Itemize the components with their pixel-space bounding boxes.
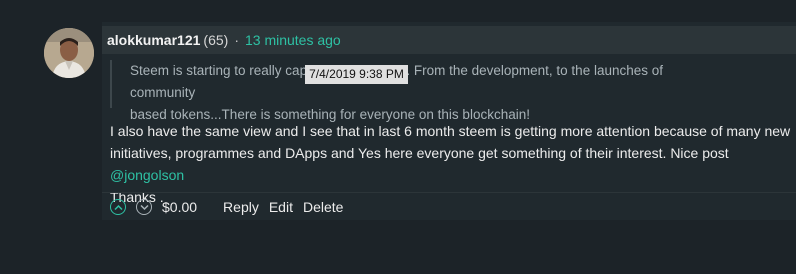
comment-actions: $0.00 Reply Edit Delete <box>110 197 353 217</box>
edit-link[interactable]: Edit <box>269 199 293 215</box>
comment-card: alokkumar121 (65) · 13 minutes ago Steem… <box>102 22 796 220</box>
avatar[interactable] <box>44 28 94 78</box>
reply-link[interactable]: Reply <box>223 199 259 215</box>
mention-link[interactable]: @jongolson <box>110 167 184 183</box>
separator: · <box>234 32 239 48</box>
quote-line: Steem is starting to really cap ntion. Fr… <box>130 60 730 104</box>
body-line: I also have the same view and I see that… <box>110 123 791 139</box>
delete-link[interactable]: Delete <box>303 199 343 215</box>
payout-value[interactable]: $0.00 <box>162 199 197 215</box>
body-line: initiatives, programmes and DApps and Ye… <box>110 142 794 186</box>
comment-body: I also have the same view and I see that… <box>110 120 794 208</box>
timestamp-tooltip: 7/4/2019 9:38 PM <box>305 65 408 84</box>
author-name[interactable]: alokkumar121 <box>107 32 200 48</box>
timestamp-link[interactable]: 13 minutes ago <box>245 32 341 48</box>
body-text: initiatives, programmes and DApps and Ye… <box>110 145 729 161</box>
downvote-icon[interactable] <box>136 199 152 215</box>
author-reputation: (65) <box>203 32 229 48</box>
comment-header: alokkumar121 (65) · 13 minutes ago <box>102 26 796 54</box>
divider <box>102 192 796 193</box>
blockquote: Steem is starting to really cap ntion. Fr… <box>110 60 730 122</box>
quote-text: Steem is starting to really cap <box>130 63 308 78</box>
upvote-icon[interactable] <box>110 199 126 215</box>
